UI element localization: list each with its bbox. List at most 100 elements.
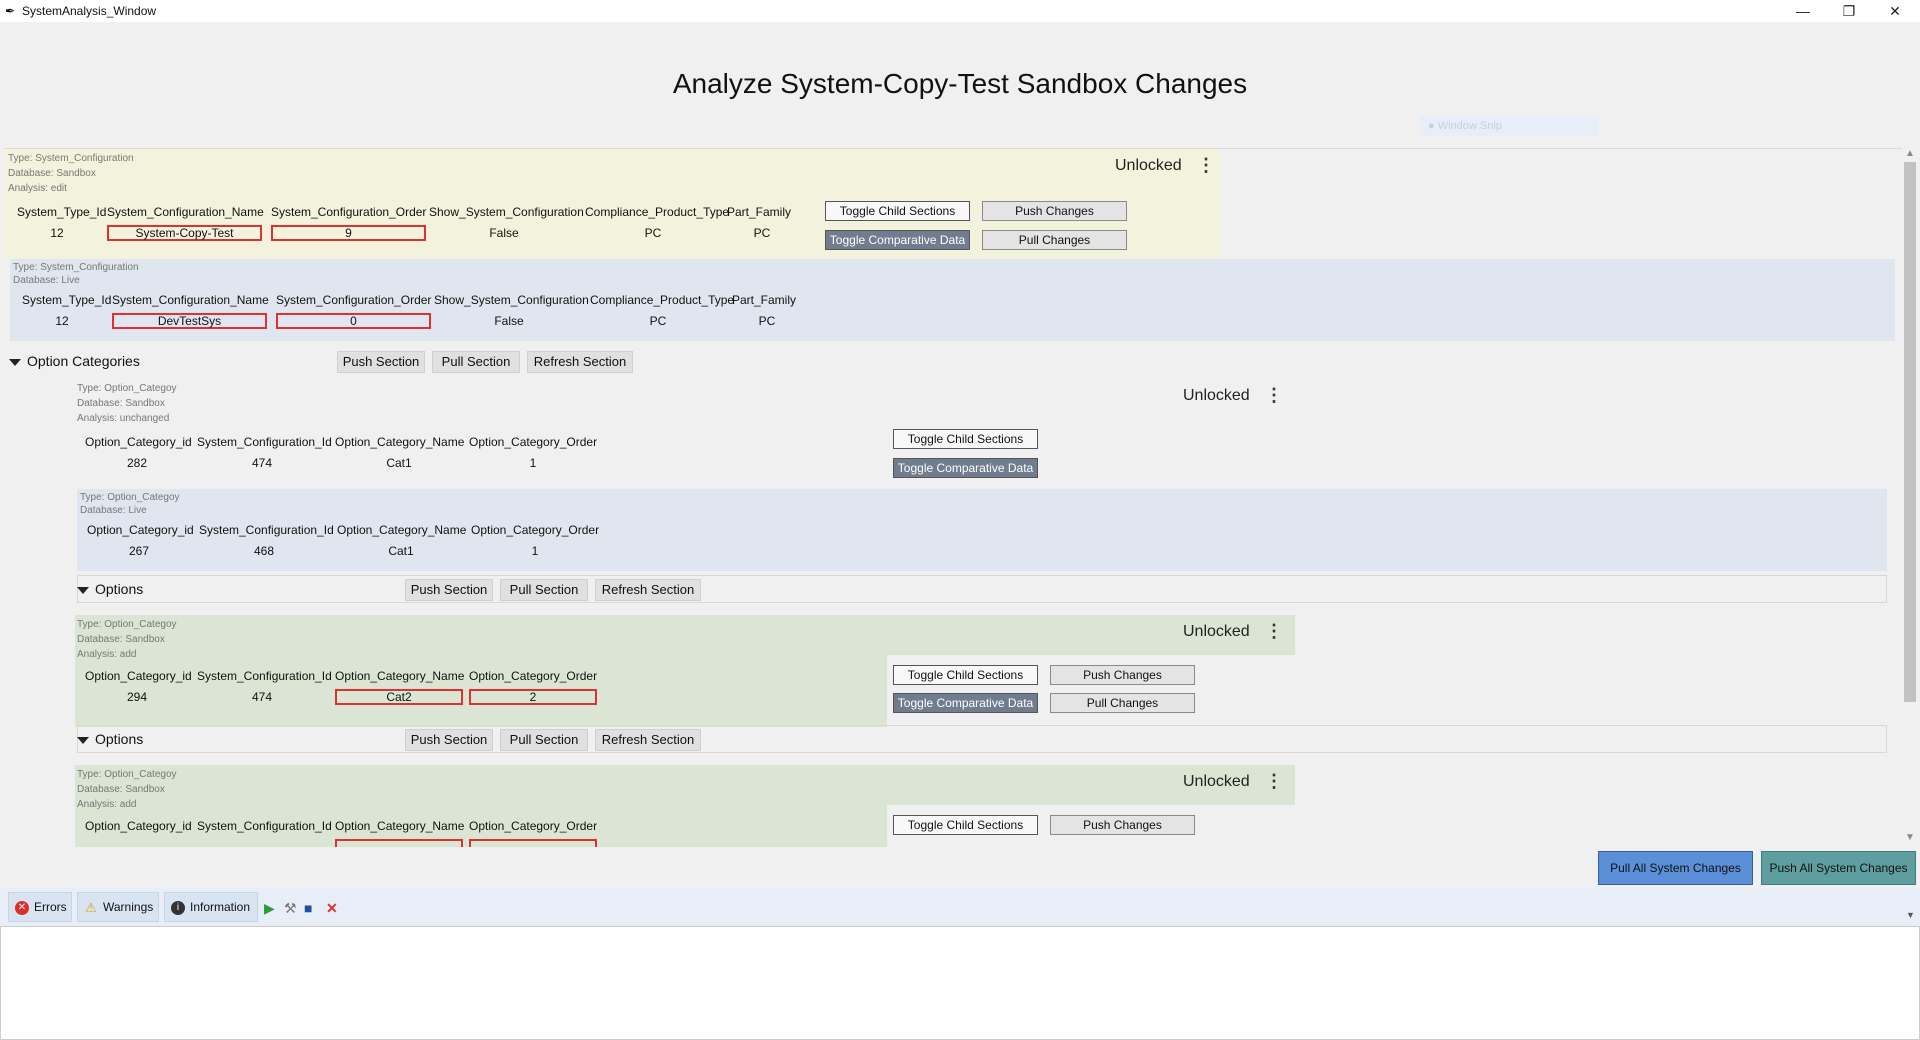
push-changes-button[interactable]: Push Changes: [1050, 815, 1195, 835]
pull-changes-button[interactable]: Pull Changes: [982, 230, 1127, 250]
pull-section-button[interactable]: Pull Section: [432, 351, 520, 373]
pull-all-system-changes-button[interactable]: Pull All System Changes: [1598, 851, 1753, 885]
push-section-button[interactable]: Push Section: [337, 351, 425, 373]
more-options-icon[interactable]: ⋮: [1265, 771, 1283, 792]
record-meta: Type: Option_Categoy Database: Sandbox A…: [77, 767, 177, 812]
push-changes-button[interactable]: Push Changes: [982, 201, 1127, 221]
close-icon[interactable]: ✕: [1872, 0, 1918, 22]
meta-database: Database: Sandbox: [77, 634, 165, 645]
push-all-system-changes-button[interactable]: Push All System Changes: [1761, 851, 1916, 885]
field-header: Option_Category_id: [85, 819, 192, 833]
refresh-section-button[interactable]: Refresh Section: [595, 579, 701, 601]
lock-status: Unlocked: [1183, 387, 1250, 404]
warnings-tab[interactable]: ⚠ Warnings: [77, 892, 159, 922]
field-value: Cat1: [388, 544, 414, 558]
push-section-button[interactable]: Push Section: [405, 729, 493, 751]
options-section-bar: [77, 725, 1887, 753]
record-meta: Type: Option_Categoy Database: Sandbox A…: [77, 381, 177, 426]
collapse-triangle-icon[interactable]: [77, 736, 89, 744]
refresh-section-button[interactable]: Refresh Section: [595, 729, 701, 751]
section-label: Options: [95, 581, 144, 597]
toggle-child-sections-button[interactable]: Toggle Child Sections: [825, 201, 970, 221]
push-section-button[interactable]: Push Section: [405, 579, 493, 601]
field-header: Show_System_Configuration: [429, 205, 584, 219]
toggle-comparative-data-button[interactable]: Toggle Comparative Data: [825, 230, 970, 250]
minimize-icon[interactable]: —: [1780, 0, 1826, 22]
output-toolbar: ✕ Errors ⚠ Warnings i Information ▶ ⚒ ■ ✕ ▼: [0, 888, 1920, 926]
push-changes-button[interactable]: Push Changes: [1050, 665, 1195, 685]
field-value: False: [494, 314, 524, 328]
field-header: System_Configuration_Order: [276, 293, 432, 307]
toggle-child-sections-button[interactable]: Toggle Child Sections: [893, 665, 1038, 685]
information-tab[interactable]: i Information: [164, 892, 258, 922]
scroll-down-icon[interactable]: ▼: [1905, 832, 1915, 843]
wrench-icon[interactable]: ⚒: [284, 900, 297, 917]
field-header: Show_System_Configuration: [434, 293, 589, 307]
field-value-changed: 9: [271, 225, 426, 241]
options-section-bar: [77, 575, 1887, 603]
system-live-record: Type: System_Configuration Database: Liv…: [10, 259, 1895, 341]
meta-database: Database: Sandbox: [77, 398, 165, 409]
information-tab-label: Information: [190, 900, 251, 914]
pull-section-button[interactable]: Pull Section: [500, 729, 588, 751]
refresh-section-button[interactable]: Refresh Section: [527, 351, 633, 373]
pull-section-button[interactable]: Pull Section: [500, 579, 588, 601]
field-value: 12: [50, 226, 64, 240]
system-sandbox-record: Type: System_Configuration Database: San…: [5, 149, 1220, 259]
meta-database: Database: Live: [13, 275, 80, 286]
field-value: PC: [753, 226, 771, 240]
restore-icon[interactable]: ❐: [1826, 0, 1872, 22]
save-icon[interactable]: ■: [304, 900, 312, 916]
error-icon: ✕: [15, 900, 29, 915]
toggle-child-sections-button[interactable]: Toggle Child Sections: [893, 815, 1038, 835]
more-options-icon[interactable]: ⋮: [1197, 155, 1215, 176]
errors-tab-label: Errors: [34, 900, 67, 914]
page-title: Analyze System-Copy-Test Sandbox Changes: [672, 68, 1248, 99]
option-categories-section-header[interactable]: Option Categories: [9, 353, 140, 369]
scrollbar-thumb[interactable]: [1904, 162, 1916, 702]
field-value: 294: [126, 690, 148, 704]
field-header: Option_Category_id: [85, 435, 192, 449]
field-value-changed: [469, 839, 597, 847]
record-meta: Type: System_Configuration Database: Liv…: [13, 261, 139, 287]
field-header: System_Configuration_Id: [197, 669, 332, 683]
category-live-record: Type: Option_Categoy Database: Live Opti…: [77, 489, 1887, 571]
field-value: 12: [55, 314, 69, 328]
clear-icon[interactable]: ✕: [326, 900, 338, 917]
errors-tab[interactable]: ✕ Errors: [8, 892, 72, 922]
collapse-triangle-icon[interactable]: [9, 358, 21, 366]
more-options-icon[interactable]: ⋮: [1265, 385, 1283, 406]
options-section-header[interactable]: Options: [77, 581, 143, 597]
window-titlebar: ✒ SystemAnalysis_Window — ❐ ✕: [0, 0, 1920, 22]
toggle-comparative-data-button[interactable]: Toggle Comparative Data: [893, 458, 1038, 478]
warning-icon: ⚠: [85, 899, 97, 915]
field-value-changed: Cat2: [335, 689, 463, 705]
field-header: Option_Category_Name: [335, 819, 465, 833]
field-value: 474: [251, 690, 273, 704]
field-header: Option_Category_id: [85, 669, 192, 683]
field-header: Option_Category_Order: [469, 669, 598, 683]
pull-changes-button[interactable]: Pull Changes: [1050, 693, 1195, 713]
section-label: Options: [95, 731, 144, 747]
field-value-changed: System-Copy-Test: [107, 225, 262, 241]
collapse-triangle-icon[interactable]: [77, 586, 89, 594]
field-value: PC: [644, 226, 662, 240]
window-title: SystemAnalysis_Window: [22, 4, 157, 18]
field-header: System_Configuration_Id: [197, 435, 332, 449]
analysis-scroll-area[interactable]: Type: System_Configuration Database: San…: [5, 148, 1905, 847]
meta-analysis: Analysis: add: [77, 649, 137, 660]
toggle-child-sections-button[interactable]: Toggle Child Sections: [893, 429, 1038, 449]
record-meta: Type: Option_Categoy Database: Sandbox A…: [77, 617, 177, 662]
meta-analysis: Analysis: add: [77, 799, 137, 810]
expand-down-icon[interactable]: ▼: [1906, 910, 1915, 920]
options-section-header[interactable]: Options: [77, 731, 143, 747]
scroll-up-icon[interactable]: ▲: [1905, 148, 1915, 159]
output-panel[interactable]: [0, 926, 1920, 1040]
field-header: Option_Category_Order: [471, 523, 600, 537]
run-icon[interactable]: ▶: [264, 900, 275, 917]
toggle-comparative-data-button[interactable]: Toggle Comparative Data: [893, 693, 1038, 713]
vertical-scrollbar[interactable]: ▲ ▼: [1902, 148, 1918, 846]
more-options-icon[interactable]: ⋮: [1265, 621, 1283, 642]
field-header: Option_Category_id: [87, 523, 194, 537]
field-header: System_Type_Id: [22, 293, 112, 307]
